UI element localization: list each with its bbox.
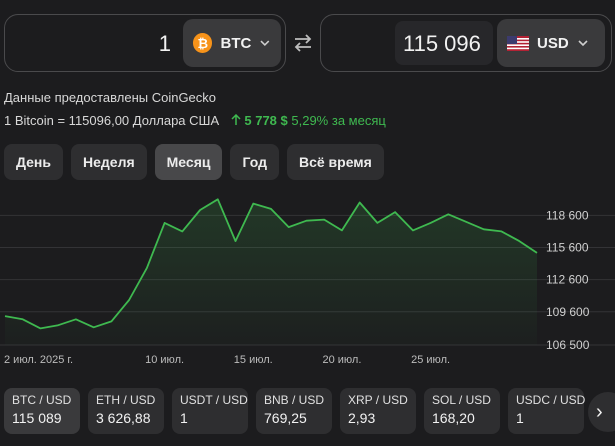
x-tick-label: 10 июл. [145, 354, 184, 366]
change-block: 5 778 $ 5,29% за месяц [231, 113, 386, 128]
chevron-right-icon[interactable]: › [588, 392, 615, 432]
change-period: за месяц [331, 113, 386, 128]
tab-year[interactable]: Год [230, 144, 279, 180]
to-currency-label: USD [537, 34, 569, 52]
pair-name: SOL / USD [432, 393, 491, 407]
pair-card[interactable]: XRP / USD 2,93 [340, 388, 416, 434]
swap-arrows-icon[interactable] [292, 33, 314, 53]
pair-name: USDT / USD [180, 393, 248, 407]
tab-all-time[interactable]: Всё время [286, 144, 384, 180]
rate-text: 1 Bitcoin = 115096,00 Доллара США [4, 113, 220, 128]
from-currency-label: BTC [220, 34, 252, 52]
x-tick-label: 2 июл. 2025 г. [4, 354, 73, 366]
tab-month[interactable]: Месяц [154, 144, 223, 180]
pair-card[interactable]: ETH / USD 3 626,88 [88, 388, 164, 434]
pair-name: USDC / USD [516, 393, 586, 407]
period-tabs: День Неделя Месяц Год Всё время [4, 144, 384, 180]
y-tick-label: 106 500 [546, 338, 590, 352]
x-tick-label: 15 июл. [234, 354, 273, 366]
to-amount-input[interactable]: 115 096 [403, 31, 481, 57]
from-currency-select[interactable]: ₿ BTC [183, 19, 281, 67]
tab-day[interactable]: День [4, 144, 63, 180]
pair-card[interactable]: BNB / USD 769,25 [256, 388, 332, 434]
pair-value: 2,93 [348, 410, 376, 426]
pair-value: 168,20 [432, 410, 475, 426]
arrow-up-icon [231, 113, 241, 125]
pair-value: 115 089 [12, 410, 62, 426]
from-amount-box[interactable]: 1 ₿ BTC [4, 14, 286, 72]
from-amount-input[interactable]: 1 [159, 31, 171, 57]
to-amount-box[interactable]: 115 096 USD [320, 14, 612, 72]
pairs-strip: BTC / USD 115 089 ETH / USD 3 626,88 USDT / … [4, 388, 586, 434]
tab-week[interactable]: Неделя [71, 144, 147, 180]
us-flag-icon [507, 35, 529, 51]
rate-line: 1 Bitcoin = 115096,00 Доллара США 5 778 … [4, 113, 386, 128]
x-tick-label: 25 июл. [411, 354, 450, 366]
pair-card[interactable]: USDT / USD 1 [172, 388, 248, 434]
y-tick-label: 118 600 [546, 208, 589, 222]
pair-value: 769,25 [264, 410, 307, 426]
data-source-text: Данные предоставлены CoinGecko [4, 90, 217, 105]
x-tick-label: 20 июл. [322, 354, 361, 366]
pair-name: XRP / USD [348, 393, 408, 407]
pair-name: BNB / USD [264, 393, 325, 407]
bitcoin-icon: ₿ [193, 33, 213, 53]
pair-card[interactable]: SOL / USD 168,20 [424, 388, 500, 434]
pair-value: 3 626,88 [96, 410, 151, 426]
pair-card[interactable]: BTC / USD 115 089 [4, 388, 80, 434]
chevron-down-icon [260, 40, 270, 47]
pair-value: 1 [180, 410, 188, 426]
pair-card[interactable]: USDC / USD 1 [508, 388, 586, 434]
to-currency-select[interactable]: USD [497, 19, 605, 67]
change-absolute: 5 778 $ [244, 113, 288, 128]
y-tick-label: 109 600 [546, 305, 590, 319]
pair-value: 1 [516, 410, 524, 426]
pair-name: ETH / USD [96, 393, 156, 407]
change-percent: 5,29% [291, 113, 329, 128]
y-tick-label: 115 600 [546, 241, 589, 255]
price-chart[interactable]: 106 500 109 600 112 600 115 600 118 600 2 июл… [0, 180, 615, 368]
chevron-down-icon [578, 40, 588, 47]
pair-name: BTC / USD [12, 393, 72, 407]
y-tick-label: 112 600 [546, 273, 589, 287]
